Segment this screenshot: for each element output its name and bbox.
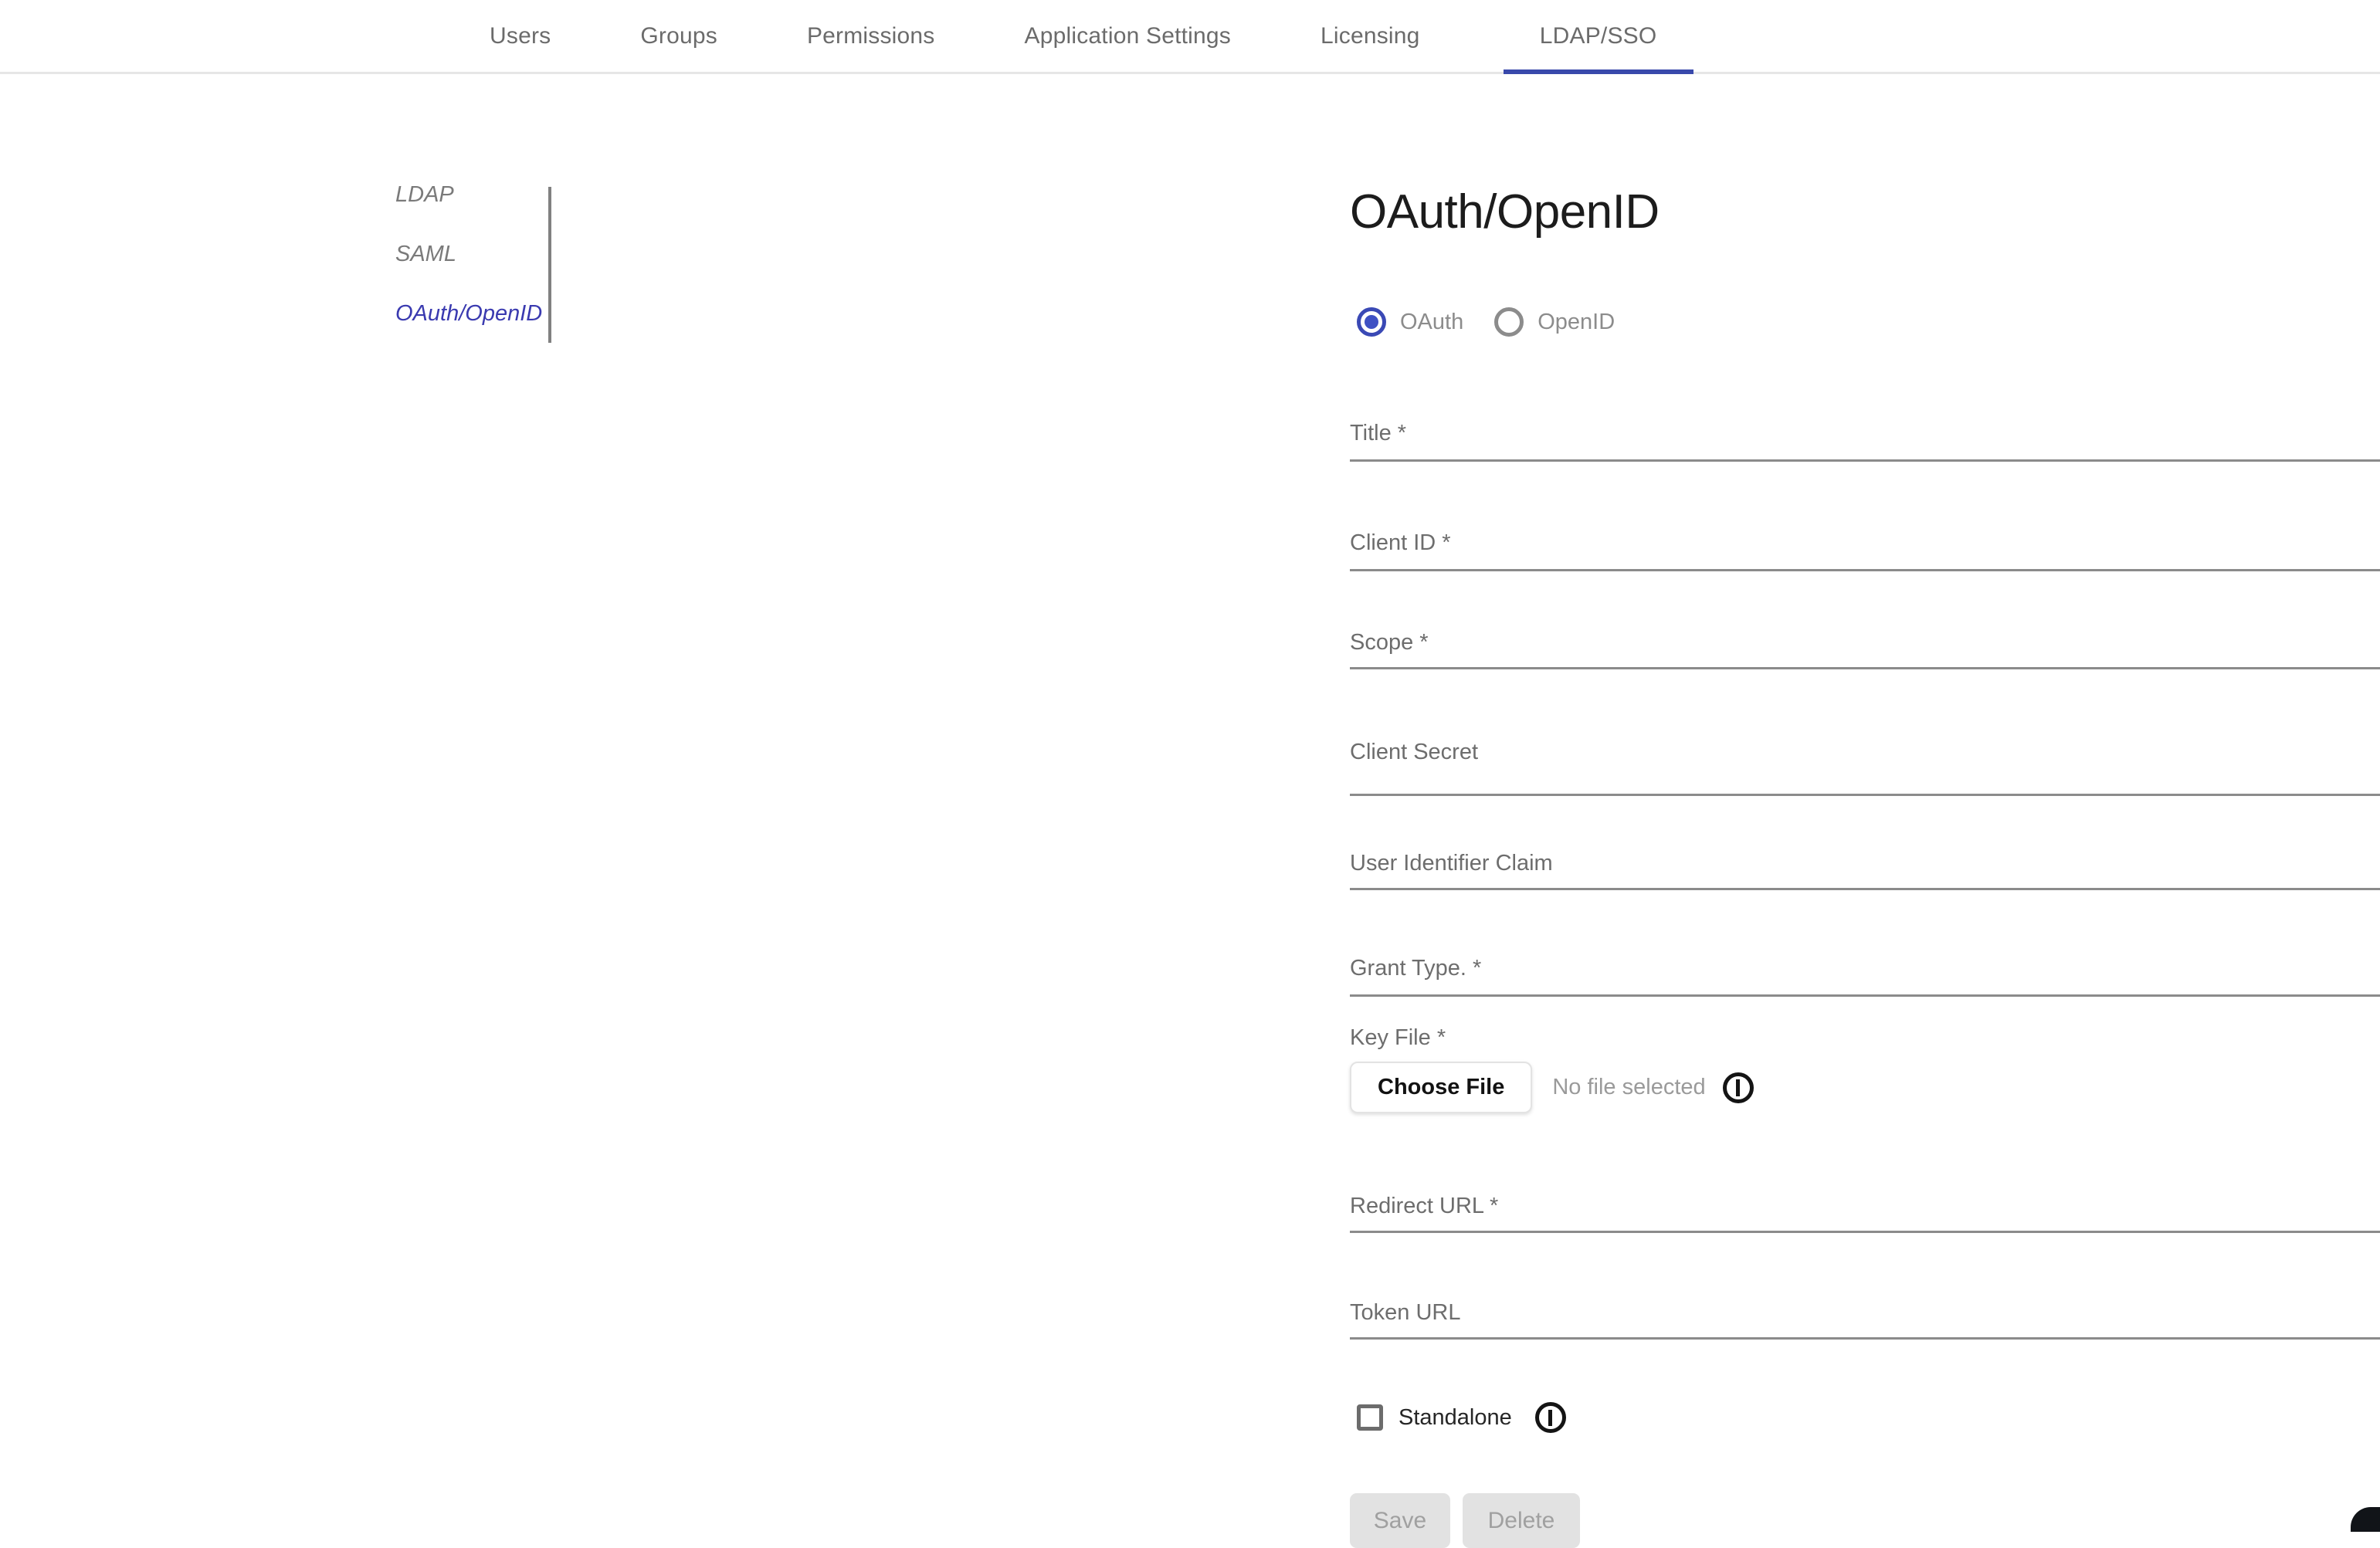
field-client-secret-input[interactable] [1350,794,2380,796]
field-user-identifier-claim-label: User Identifier Claim [1350,851,1553,876]
field-grant-type-label: Grant Type. * [1350,956,1482,981]
tab-application-settings-label: Application Settings [1024,22,1232,49]
field-key-file-info-icon[interactable] [1722,1072,1754,1103]
choose-file-button[interactable]: Choose File [1350,1062,1533,1113]
field-token-url-input[interactable] [1350,1337,2380,1340]
field-key-file-label: Key File * [1350,1025,1446,1050]
tab-licensing-label: Licensing [1321,22,1420,49]
field-title: Title * [1350,378,2380,479]
tab-users-label: Users [490,22,551,49]
subnav-item-ldap[interactable]: LDAP [0,182,550,208]
main-content: OAuth/OpenID OAuth OpenID Title * Client… [550,103,2380,1548]
form-actions: Save Delete [1350,1493,2380,1548]
field-client-secret: Client Secret [1350,699,2380,800]
key-file-row: Choose File No file selected [1350,1062,2380,1113]
standalone-info-icon[interactable] [1534,1402,1566,1433]
field-client-id-input[interactable] [1350,569,2380,571]
tab-permissions-label: Permissions [806,22,935,49]
field-user-identifier-claim: User Identifier Claim [1350,811,2380,911]
field-redirect-url-input[interactable] [1350,1231,2380,1233]
tab-groups-label: Groups [640,22,717,49]
field-redirect-url-label: Redirect URL * [1350,1194,1499,1218]
page-title: OAuth/OpenID [1350,185,1660,239]
subnav-item-oauth-openid[interactable]: OAuth/OpenID [0,301,550,327]
tab-permissions[interactable]: Permissions [778,0,965,72]
subnav-item-oauth-openid-label: OAuth/OpenID [395,301,543,326]
protocol-radio-group: OAuth OpenID [1357,307,2380,337]
standalone-label[interactable]: Standalone [1399,1405,1512,1431]
field-user-identifier-claim-input[interactable] [1350,888,2380,890]
tab-application-settings[interactable]: Application Settings [995,0,1261,72]
field-scope: Scope * [1350,596,2380,683]
tab-ldap-sso-label: LDAP/SSO [1539,22,1657,49]
tab-users[interactable]: Users [460,0,580,72]
field-redirect-url: Redirect URL * [1350,1153,2380,1252]
field-scope-label: Scope * [1350,630,1429,655]
field-token-url: Token URL [1350,1263,2380,1356]
standalone-row: Standalone [1357,1402,2380,1433]
field-scope-input[interactable] [1350,667,2380,669]
sso-subnav: LDAP SAML OAuth/OpenID [0,103,551,1548]
field-grant-type-select[interactable] [1350,994,2380,997]
primary-tab-bar: Users Groups Permissions Application Set… [0,0,2380,74]
standalone-checkbox[interactable] [1357,1404,1383,1431]
oauth-form: OAuth/OpenID OAuth OpenID Title * Client… [1350,188,2380,1548]
radio-openid-label[interactable]: OpenID [1538,310,1615,335]
page-body: LDAP SAML OAuth/OpenID OAuth/OpenID OAut… [0,74,2380,1548]
radio-oauth[interactable] [1357,307,1386,337]
subnav-item-ldap-label: LDAP [395,182,454,207]
tab-groups[interactable]: Groups [611,0,747,72]
tab-ldap-sso[interactable]: LDAP/SSO [1503,0,1693,74]
field-key-file: Key File * Choose File No file selected [1350,1025,2380,1113]
field-title-input[interactable] [1350,459,2380,462]
primary-tab-list: Users Groups Permissions Application Set… [0,0,2380,74]
field-client-id-label: Client ID * [1350,530,1451,555]
field-client-secret-label: Client Secret [1350,740,1479,764]
field-client-id: Client ID * [1350,488,2380,588]
subnav-item-saml-label: SAML [395,242,456,266]
key-file-status: No file selected [1552,1075,1706,1099]
tab-licensing[interactable]: Licensing [1291,0,1449,72]
subnav-item-saml[interactable]: SAML [0,242,550,267]
field-title-label: Title * [1350,421,1407,445]
save-button[interactable]: Save [1350,1493,1450,1548]
field-token-url-label: Token URL [1350,1300,1461,1325]
radio-openid[interactable] [1494,307,1524,337]
delete-button[interactable]: Delete [1463,1493,1580,1548]
radio-oauth-label[interactable]: OAuth [1400,310,1463,335]
field-grant-type: Grant Type. * [1350,919,2380,1008]
